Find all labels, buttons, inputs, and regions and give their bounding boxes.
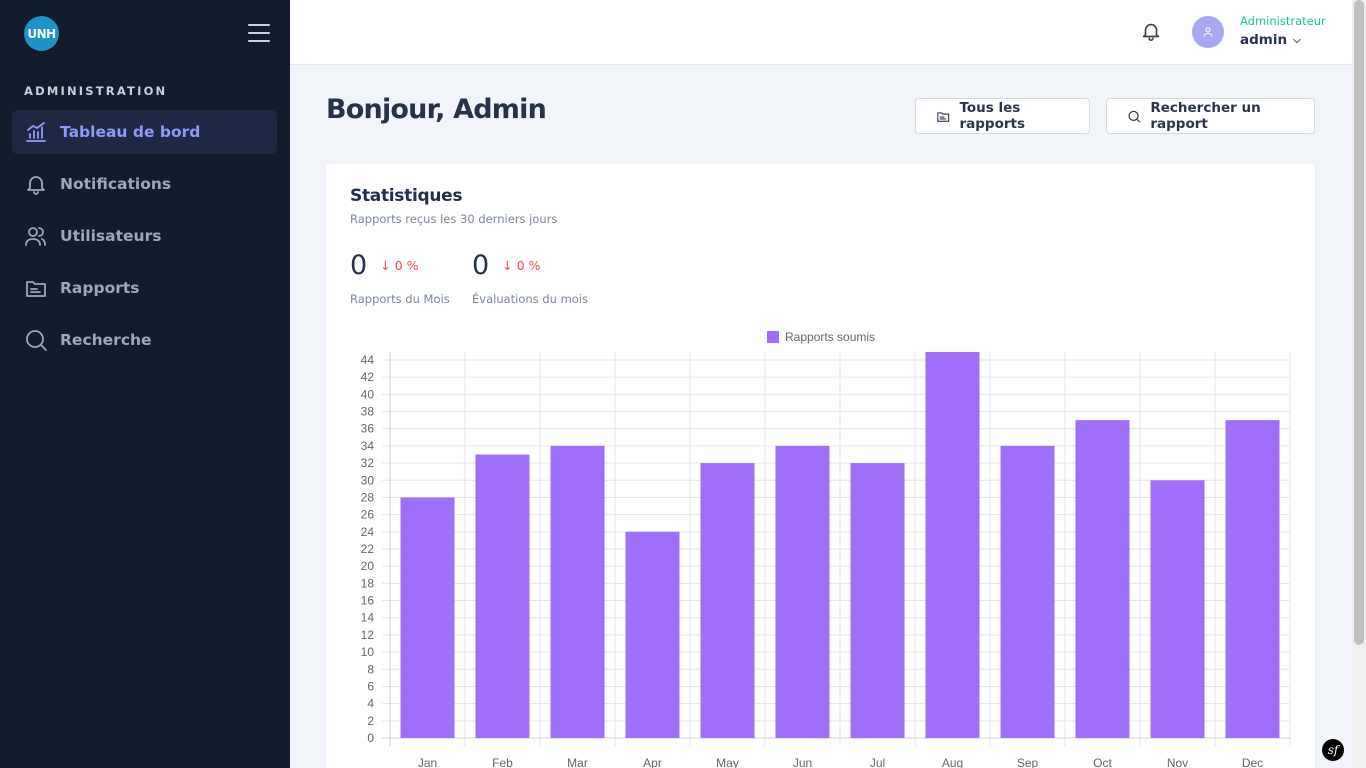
- legend-swatch: [767, 331, 779, 343]
- symfony-toolbar-icon[interactable]: sf: [1322, 739, 1344, 761]
- card-subtitle: Rapports reçus les 30 derniers jours: [350, 212, 558, 226]
- y-tick-label: 44: [361, 353, 375, 367]
- y-tick-label: 20: [361, 559, 375, 573]
- username: admin: [1240, 32, 1288, 48]
- x-tick-label: Jan: [418, 756, 437, 768]
- bar-aug: [925, 352, 980, 738]
- y-tick-label: 32: [361, 456, 375, 470]
- all-reports-label: Tous les rapports: [959, 100, 1025, 132]
- sidebar-item-label: Notifications: [60, 175, 172, 193]
- page-title: Bonjour, Admin: [326, 94, 547, 125]
- y-tick-label: 0: [367, 731, 374, 745]
- card-title: Statistiques: [350, 186, 463, 206]
- folder-icon: [937, 111, 950, 122]
- y-tick-label: 40: [361, 387, 375, 401]
- stat-delta: ↓ 0 %: [502, 258, 541, 273]
- sidebar: UNH ADMINISTRATION Tableau de bord Notif…: [0, 0, 290, 768]
- stat-value: 0: [350, 250, 368, 281]
- x-tick-label: Apr: [643, 756, 662, 768]
- bar-dec: [1225, 420, 1280, 738]
- chart-icon: [26, 122, 46, 142]
- bar-apr: [625, 531, 680, 738]
- sidebar-nav: Tableau de bord Notifications Utilisateu…: [12, 110, 277, 370]
- user-icon: [1203, 27, 1213, 37]
- y-tick-label: 12: [361, 628, 375, 642]
- bar-jun: [775, 445, 830, 738]
- search-icon: [1128, 110, 1141, 122]
- y-tick-label: 36: [361, 422, 375, 436]
- y-tick-label: 34: [361, 439, 375, 453]
- users-icon: [25, 227, 46, 246]
- y-tick-label: 10: [361, 645, 375, 659]
- y-tick-label: 16: [361, 594, 375, 608]
- x-tick-label: Aug: [942, 756, 963, 768]
- stat-label: Évaluations du mois: [472, 292, 588, 306]
- bar-sep: [1000, 445, 1055, 738]
- y-tick-label: 38: [361, 405, 375, 419]
- notifications-bell-icon[interactable]: [1140, 20, 1162, 42]
- stat-reports-month: 0 ↓ 0 %: [350, 250, 419, 281]
- bell-icon: [27, 176, 45, 195]
- bar-jul: [850, 463, 905, 738]
- bar-chart: 0246810121416182022242628303234363840424…: [361, 330, 1291, 768]
- folder-icon: [26, 281, 46, 297]
- user-role: Administrateur: [1240, 14, 1326, 28]
- x-tick-label: Oct: [1093, 756, 1112, 768]
- legend-label: Rapports soumis: [785, 330, 875, 344]
- x-tick-label: Feb: [492, 756, 513, 768]
- bar-oct: [1075, 420, 1130, 738]
- logo[interactable]: UNH: [24, 16, 59, 51]
- y-tick-label: 2: [367, 714, 374, 728]
- bar-may: [700, 463, 755, 738]
- y-tick-label: 14: [361, 611, 375, 625]
- avatar[interactable]: [1192, 16, 1224, 48]
- x-tick-label: Mar: [567, 756, 588, 768]
- chevron-down-icon: ⌵: [1293, 34, 1301, 46]
- sidebar-item-search[interactable]: Recherche: [12, 318, 277, 362]
- user-menu[interactable]: admin ⌵: [1240, 32, 1301, 48]
- sidebar-item-notifications[interactable]: Notifications: [12, 162, 277, 206]
- search-report-button[interactable]: Rechercher un rapport: [1106, 98, 1315, 134]
- stat-label: Rapports du Mois: [350, 292, 450, 306]
- stat-evaluations-month: 0 ↓ 0 %: [472, 250, 541, 281]
- x-tick-label: May: [716, 756, 739, 768]
- sidebar-item-label: Utilisateurs: [60, 227, 162, 245]
- search-icon: [26, 330, 47, 351]
- y-tick-label: 30: [361, 473, 375, 487]
- stat-value: 0: [472, 250, 490, 281]
- menu-toggle-icon[interactable]: [248, 24, 270, 42]
- y-tick-label: 8: [367, 662, 374, 676]
- sidebar-item-label: Recherche: [60, 331, 152, 349]
- x-tick-label: Jun: [793, 756, 812, 768]
- sidebar-item-users[interactable]: Utilisateurs: [12, 214, 277, 258]
- y-tick-label: 6: [367, 679, 374, 693]
- scroll-thumb[interactable]: [1354, 0, 1364, 645]
- x-tick-label: Dec: [1242, 756, 1263, 768]
- y-tick-label: 22: [361, 542, 375, 556]
- x-tick-label: Sep: [1017, 756, 1039, 768]
- x-tick-label: Nov: [1167, 756, 1188, 768]
- sidebar-section-title: ADMINISTRATION: [24, 84, 168, 98]
- search-report-label: Rechercher un rapport: [1150, 100, 1261, 132]
- bar-feb: [475, 454, 530, 738]
- all-reports-button[interactable]: Tous les rapports: [915, 98, 1090, 134]
- y-tick-label: 18: [361, 576, 375, 590]
- bar-mar: [550, 445, 605, 738]
- y-tick-label: 28: [361, 490, 375, 504]
- sidebar-item-dashboard[interactable]: Tableau de bord: [12, 110, 277, 154]
- sidebar-item-label: Rapports: [60, 279, 140, 297]
- stat-delta: ↓ 0 %: [380, 258, 419, 273]
- bar-jan: [400, 497, 455, 738]
- topbar: Administrateur admin ⌵: [290, 0, 1352, 65]
- scrollbar[interactable]: [1352, 0, 1366, 768]
- y-tick-label: 24: [361, 525, 375, 539]
- y-tick-label: 42: [361, 370, 375, 384]
- sidebar-item-label: Tableau de bord: [60, 123, 201, 141]
- y-tick-label: 26: [361, 508, 375, 522]
- sidebar-item-reports[interactable]: Rapports: [12, 266, 277, 310]
- bar-nov: [1150, 480, 1205, 738]
- x-tick-label: Jul: [870, 756, 885, 768]
- y-tick-label: 4: [367, 697, 374, 711]
